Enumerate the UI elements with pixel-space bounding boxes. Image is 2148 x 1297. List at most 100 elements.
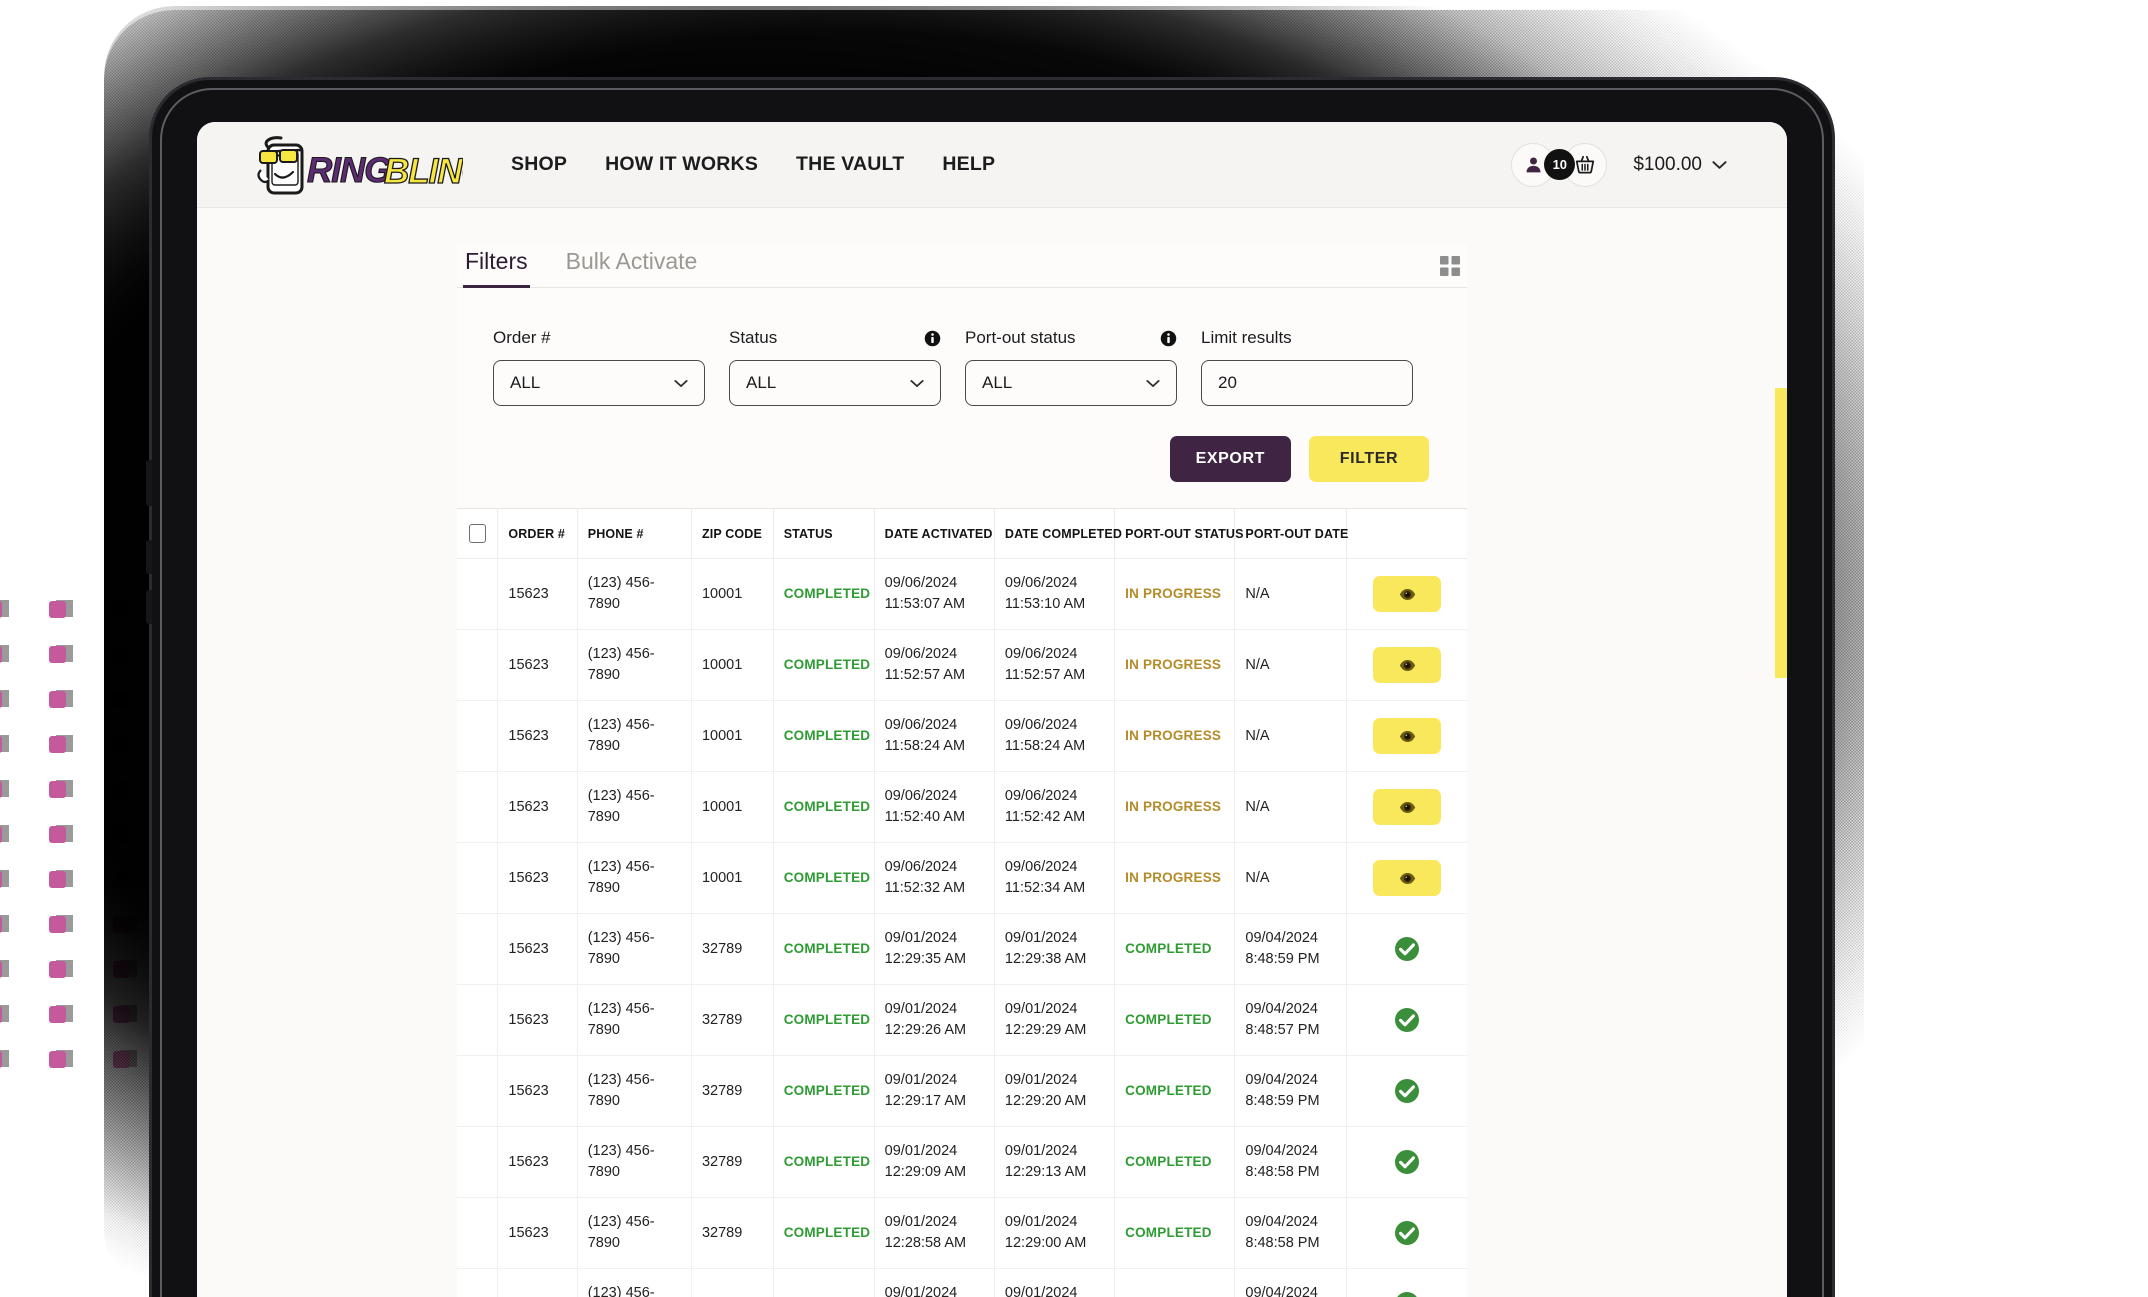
cell-action[interactable] [1346, 558, 1467, 631]
cell-action[interactable] [1346, 913, 1467, 986]
decor-dot [0, 736, 2, 753]
header-select-all[interactable] [457, 509, 499, 559]
cell-phone: (123) 456-7890 [577, 842, 692, 915]
cell-row-checkbox[interactable] [457, 1055, 499, 1128]
tab-bulk-activate[interactable]: Bulk Activate [564, 244, 700, 287]
status-select[interactable]: ALL [729, 360, 941, 406]
table-row[interactable]: 15623 (123) 456-7890 32789 COMPLETED 09/01/2… [457, 913, 1467, 986]
cell-action[interactable] [1346, 842, 1467, 915]
cell-action[interactable] [1346, 984, 1467, 1057]
cell-portout-date: 09/04/20248:39:35 PM [1245, 1285, 1318, 1297]
select-all-checkbox[interactable] [468, 524, 486, 543]
table-row[interactable]: 15623 (123) 456-7890 32789 COMPLETED 09/01/2… [457, 1126, 1467, 1199]
cell-action[interactable] [1346, 771, 1467, 844]
cell-row-checkbox[interactable] [457, 1268, 499, 1297]
cell-row-checkbox[interactable] [457, 558, 499, 631]
grid-view-toggle[interactable] [1439, 255, 1461, 277]
field-order: Order # ALL [493, 328, 705, 406]
cell-date-activated: 09/06/2024 11:52:32 AM [874, 842, 995, 915]
table-row[interactable]: 15623 (123) 456-7890 10001 COMPLETED 09/06/2… [457, 771, 1467, 844]
nav-shop[interactable]: SHOP [511, 153, 567, 176]
cell-action[interactable] [1346, 629, 1467, 702]
cell-date-completed: 09/06/2024 11:52:42 AM [994, 771, 1116, 844]
portout-status-select[interactable]: ALL [965, 360, 1177, 406]
table-row[interactable]: 15623 (123) 456-7890 10001 COMPLETED 09/06/2… [457, 558, 1467, 631]
info-icon[interactable] [1160, 330, 1177, 347]
cell-action[interactable] [1346, 1126, 1467, 1199]
cell-date-completed: 09/01/2024 12:29:00 AM [994, 1197, 1116, 1270]
cell-row-checkbox[interactable] [457, 842, 499, 915]
cell-action[interactable] [1346, 700, 1467, 773]
nav-how-it-works[interactable]: HOW IT WORKS [605, 153, 758, 176]
table-row[interactable]: 15623 (123) 456-7890 32789 COMPLETED 09/01/2… [457, 1197, 1467, 1270]
brand-logo[interactable]: RING BLING [253, 133, 463, 197]
header-portout-date[interactable]: PORT-OUT DATE [1234, 509, 1348, 559]
page-scrollbar-thumb[interactable] [1775, 388, 1787, 678]
cell-status: COMPLETED [773, 1055, 875, 1128]
cell-row-checkbox[interactable] [457, 984, 499, 1057]
device-button-top[interactable] [146, 460, 152, 506]
header-date-completed[interactable]: DATE COMPLETED [994, 509, 1122, 559]
nav-the-vault[interactable]: THE VAULT [796, 153, 904, 176]
cell-order: 15623 [497, 1197, 578, 1270]
cell-row-checkbox[interactable] [457, 700, 499, 773]
cell-zip-code: 32789 [691, 1055, 774, 1128]
filter-button[interactable]: FILTER [1309, 436, 1429, 482]
svg-text:RING: RING [307, 151, 391, 190]
cell-action[interactable] [1346, 1055, 1467, 1128]
nav-help[interactable]: HELP [942, 153, 995, 176]
view-order-button[interactable] [1373, 576, 1442, 613]
svg-text:BLING: BLING [384, 152, 463, 191]
balance-dropdown[interactable]: $100.00 [1633, 154, 1727, 176]
table-row[interactable]: 15623 (123) 456-7890 10001 COMPLETED 09/06/2… [457, 842, 1467, 915]
cell-phone: (123) 456-7890 [577, 629, 692, 702]
table-row[interactable]: 15623 (123) 456-7890 10001 COMPLETED 09/06/2… [457, 629, 1467, 702]
limit-results-input[interactable]: 20 [1201, 360, 1413, 406]
table-row[interactable]: 15623 (123) 456-7890 10001 COMPLETED 09/06/2… [457, 700, 1467, 773]
cell-portout-status: COMPLETED [1114, 913, 1236, 986]
header-order[interactable]: ORDER # [497, 509, 578, 559]
cell-row-checkbox[interactable] [457, 1126, 499, 1199]
header-status[interactable]: STATUS [773, 509, 875, 559]
cell-portout-status: IN PROGRESS [1114, 700, 1236, 773]
tab-filters[interactable]: Filters [463, 244, 530, 288]
cell-row-checkbox[interactable] [457, 1197, 499, 1270]
cell-date-completed: 09/06/2024 11:52:34 AM [994, 842, 1116, 915]
info-icon[interactable] [924, 330, 941, 347]
cell-status: COMPLETED [773, 558, 875, 631]
cell-order: 15623 [497, 558, 578, 631]
view-order-button[interactable] [1373, 718, 1442, 755]
order-select[interactable]: ALL [493, 360, 705, 406]
table-row[interactable]: 15623 (123) 456-7890 32789 COMPLETED 09/01/2… [457, 1055, 1467, 1128]
chevron-down-icon [1712, 160, 1727, 169]
cell-portout-status: IN PROGRESS [1114, 629, 1236, 702]
orders-table-body: 15623 (123) 456-7890 10001 COMPLETED 09/06/2… [457, 558, 1467, 1297]
table-row[interactable]: 15623 (123) 456-7890 32789 COMPLETED 09/01/2… [457, 984, 1467, 1057]
table-row[interactable]: 15596(123) 456-789019711COMPLETED09/01/2… [457, 1268, 1467, 1297]
decor-dot [0, 691, 2, 708]
cell-portout-date-wrap: 09/04/20248:39:35 PM [1234, 1268, 1348, 1297]
cell-row-checkbox[interactable] [457, 771, 499, 844]
cell-portout-status: IN PROGRESS [1114, 842, 1236, 915]
cell-order: 15623 [497, 842, 578, 915]
page-scrollbar-track[interactable] [1775, 208, 1787, 1297]
cell-date-activated: 09/01/2024 12:29:35 AM [874, 913, 995, 986]
header-date-activated[interactable]: DATE ACTIVATED [874, 509, 995, 559]
view-order-button[interactable] [1373, 860, 1442, 897]
header-zip-code[interactable]: ZIP CODE [691, 509, 774, 559]
cell-portout-date: N/A [1245, 727, 1270, 744]
cell-row-checkbox[interactable] [457, 913, 499, 986]
export-button[interactable]: EXPORT [1169, 436, 1291, 482]
chevron-down-icon [674, 379, 688, 387]
device-button-bottom[interactable] [146, 590, 152, 624]
cell-row-checkbox[interactable] [457, 629, 499, 702]
cell-action[interactable] [1346, 1268, 1467, 1297]
header-portout-status[interactable]: PORT-OUT STATUS [1114, 509, 1243, 559]
header-phone[interactable]: PHONE # [577, 509, 692, 559]
view-order-button[interactable] [1373, 789, 1442, 826]
cell-action[interactable] [1346, 1197, 1467, 1270]
device-button-middle[interactable] [146, 540, 152, 574]
cell-zip-code: 32789 [691, 913, 774, 986]
view-order-button[interactable] [1373, 647, 1442, 684]
cell-order: 15623 [497, 1126, 578, 1199]
